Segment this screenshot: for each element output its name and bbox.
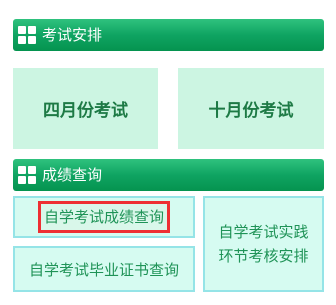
- grid-icon: [18, 26, 36, 44]
- april-exam-label: 四月份考试: [43, 101, 128, 121]
- april-exam-button[interactable]: 四月份考试: [13, 68, 158, 149]
- score-query-header: 成绩查询: [13, 159, 324, 191]
- score-query-button[interactable]: 自学考试成绩查询: [13, 196, 195, 238]
- exam-schedule-title: 考试安排: [42, 26, 103, 44]
- october-exam-button[interactable]: 十月份考试: [178, 68, 324, 149]
- practice-label-line2: 环节考核安排: [218, 247, 309, 265]
- exam-schedule-header: 考试安排: [13, 19, 324, 51]
- score-query-title: 成绩查询: [42, 166, 103, 184]
- practice-label-line1: 自学考试实践: [218, 223, 309, 241]
- graduation-cert-label: 自学考试毕业证书查询: [28, 260, 179, 279]
- graduation-cert-query-button[interactable]: 自学考试毕业证书查询: [13, 246, 195, 292]
- score-query-label: 自学考试成绩查询: [37, 201, 170, 233]
- practice-assessment-button[interactable]: 自学考试实践 环节考核安排: [203, 196, 324, 292]
- grid-icon: [18, 166, 36, 184]
- october-exam-label: 十月份考试: [208, 101, 294, 121]
